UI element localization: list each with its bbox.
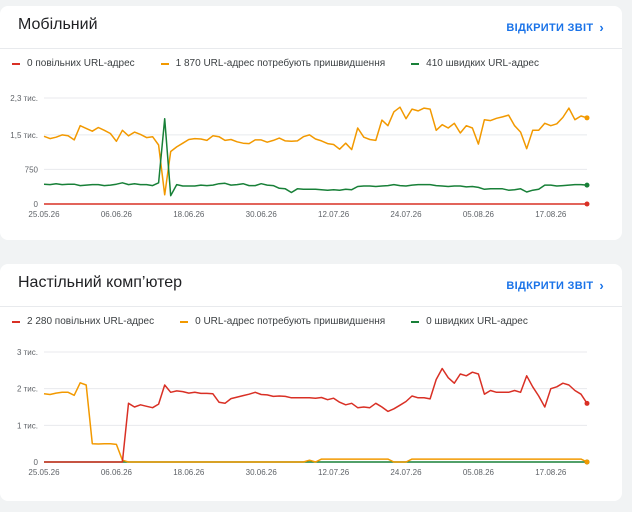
series-end-point-improve [584,459,590,465]
x-tick-label: 24.07.26 [390,210,422,219]
x-tick-label: 17.08.26 [535,468,567,477]
mobile-line-chart: 0 750 1,5 тис. 2,3 тис. 25.05.26 06.06.26 18.0… [10,94,590,219]
x-tick-label: 25.05.26 [28,468,60,477]
y-tick-label: 2,3 тис. [10,94,38,103]
y-tick-label: 1,5 тис. [10,131,38,140]
y-tick-label: 1 тис. [17,421,38,430]
x-tick-label: 12.07.26 [318,210,350,219]
x-tick-label: 17.08.26 [535,210,567,219]
x-tick-label: 12.07.26 [318,468,350,477]
y-tick-label: 0 [34,200,39,209]
x-tick-label: 18.06.26 [173,468,205,477]
series-end-point-slow [584,201,590,207]
series-end-point-fast [584,182,590,188]
desktop-card: Настільний комп’ютер ВІДКРИТИ ЗВІТ › 2 2… [0,264,622,501]
x-tick-label: 06.06.26 [101,210,133,219]
y-tick-label: 2 тис. [17,385,38,394]
series-line-fast [43,117,588,197]
x-tick-label: 30.06.26 [246,210,278,219]
x-tick-label: 06.06.26 [101,468,133,477]
series-line-improve [43,382,588,463]
series-line-slow [44,367,588,463]
x-tick-label: 18.06.26 [173,210,205,219]
series-end-point-improve [584,115,590,121]
y-tick-label: 0 [34,458,39,467]
y-tick-label: 750 [25,165,39,174]
series-end-point-slow [584,400,590,406]
desktop-line-chart: 0 1 тис. 2 тис. 3 тис. 25.05.26 06.06.26 18.06… [17,348,590,477]
x-tick-label: 25.05.26 [28,210,60,219]
x-tick-label: 05.08.26 [463,468,495,477]
y-tick-label: 3 тис. [17,348,38,357]
mobile-card: Мобільний ВІДКРИТИ ЗВІТ › 0 повільних UR… [0,6,622,240]
x-tick-label: 24.07.26 [390,468,422,477]
x-tick-label: 30.06.26 [246,468,278,477]
series-line-improve [43,106,588,196]
x-tick-label: 05.08.26 [463,210,495,219]
